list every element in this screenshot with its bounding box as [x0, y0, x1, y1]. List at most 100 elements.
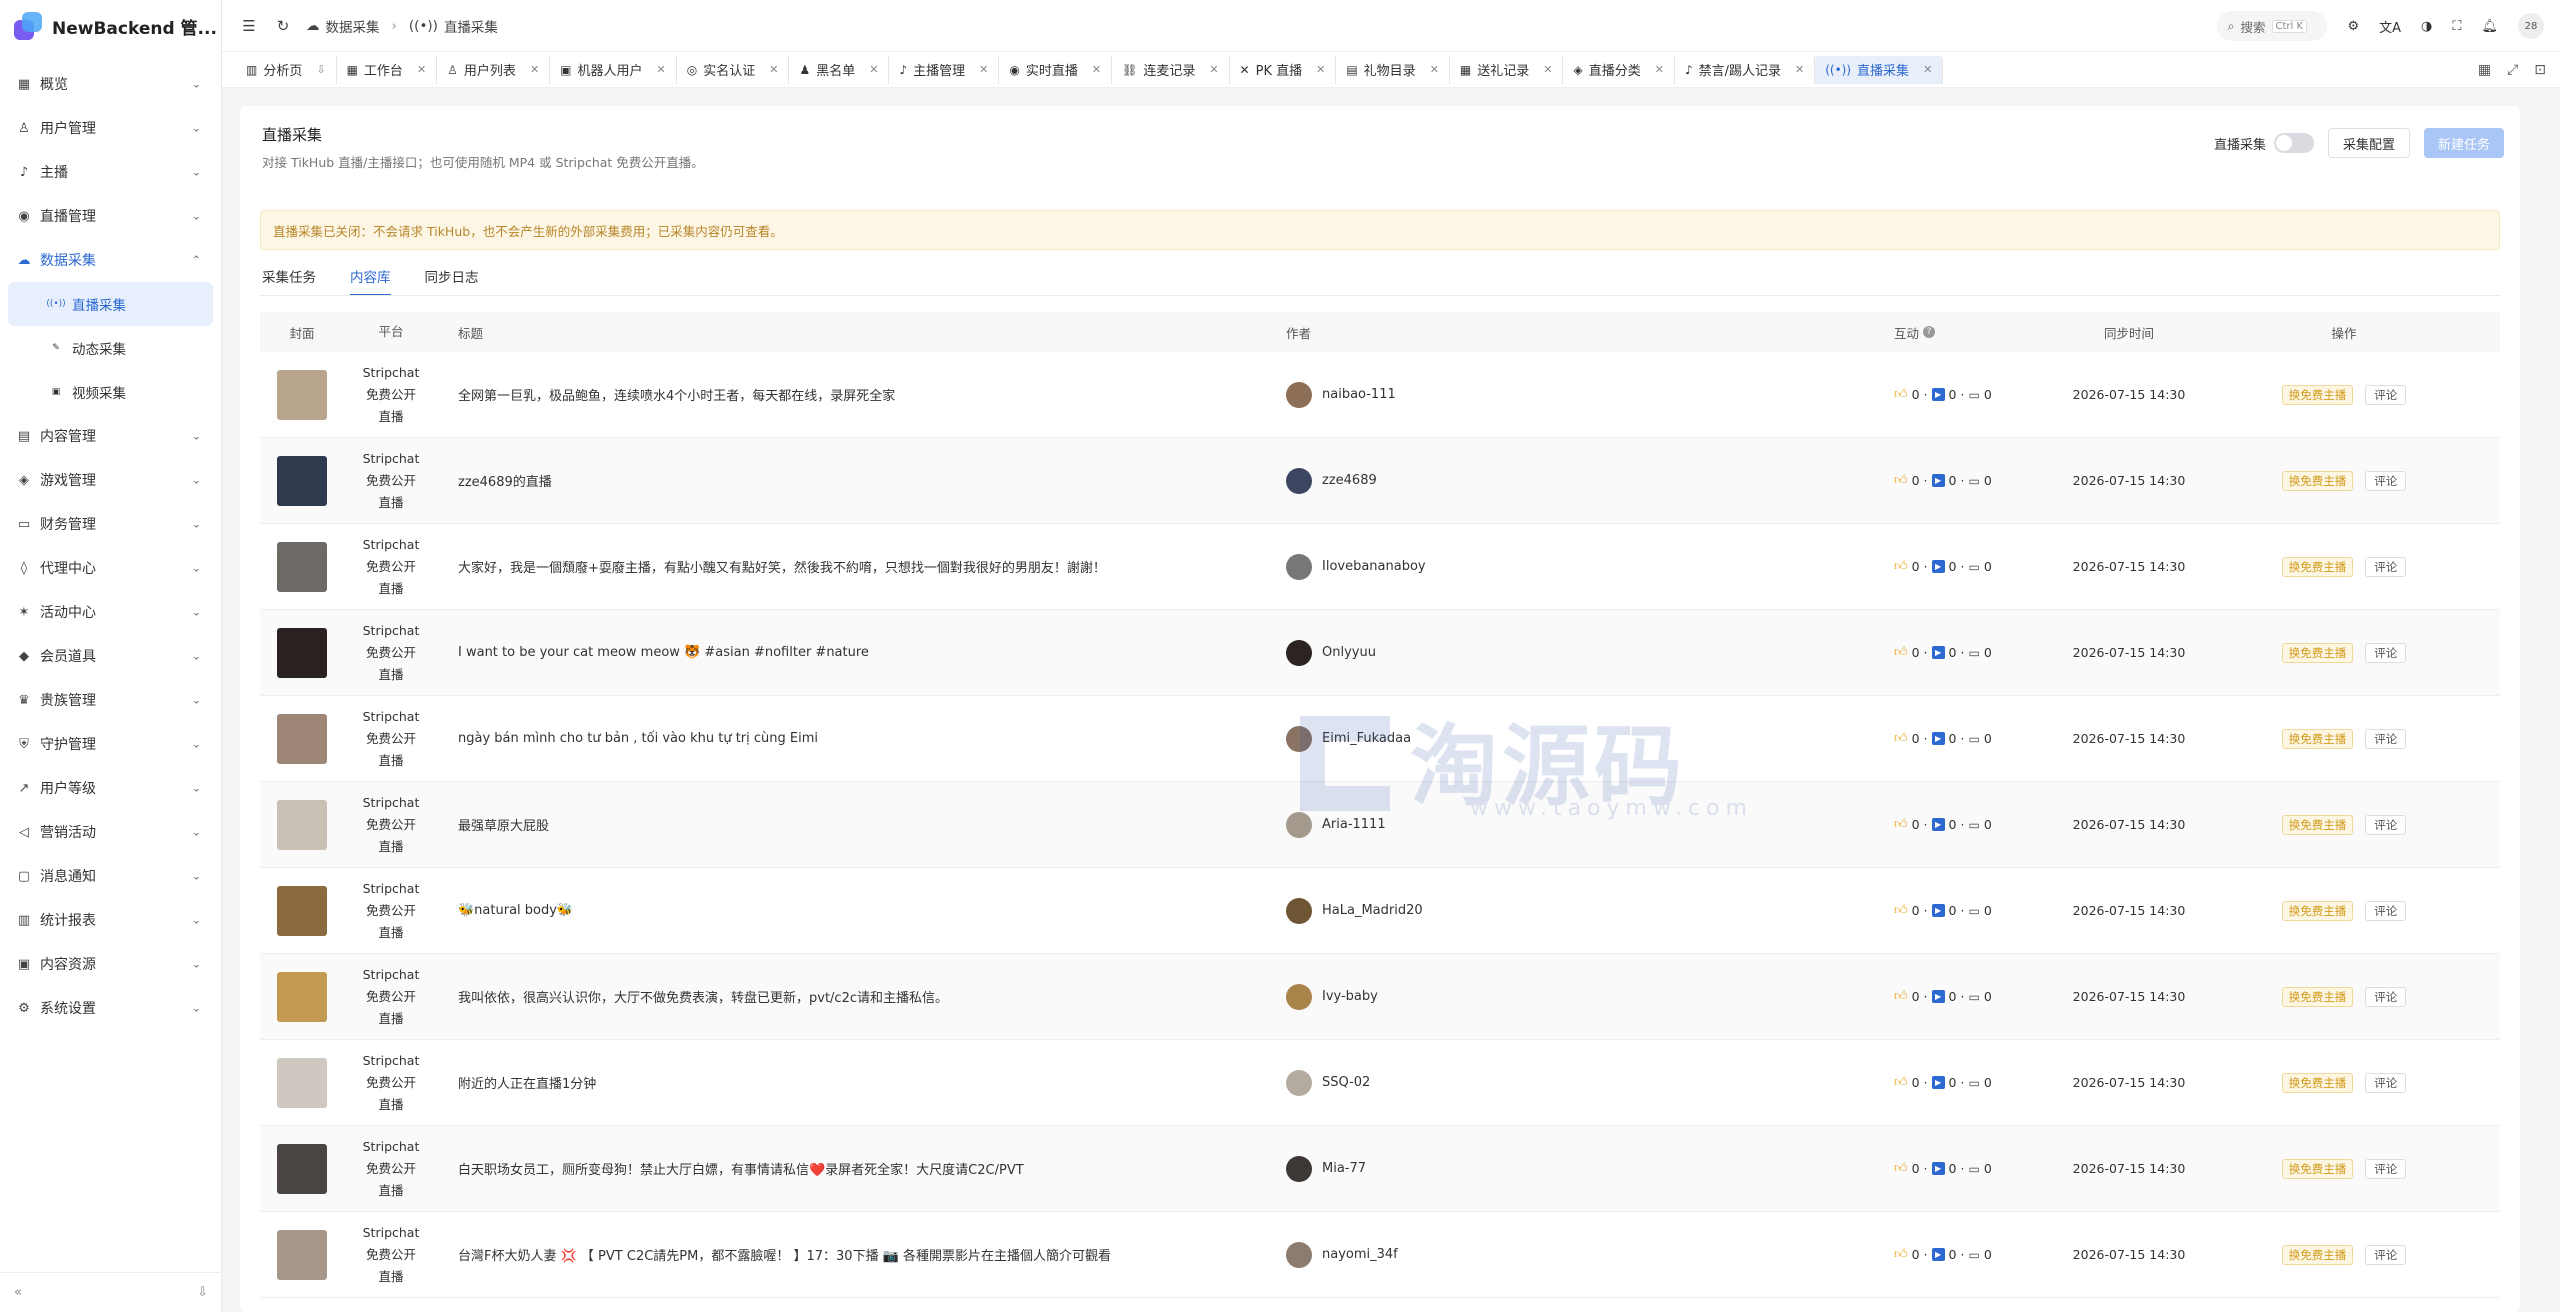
- tab-screen-icon[interactable]: ⊡: [2534, 62, 2546, 78]
- app-logo[interactable]: NewBackend 管...: [0, 0, 221, 52]
- tab-content-library[interactable]: 内容库: [350, 266, 391, 296]
- comment-button[interactable]: 评论: [2365, 814, 2407, 835]
- close-icon[interactable]: ✕: [869, 63, 878, 76]
- sidebar-item-11[interactable]: ♛ 贵族管理 ⌄: [0, 678, 221, 722]
- sidebar-subitem-2[interactable]: ▣ 视频采集: [8, 370, 213, 414]
- sidebar-item-15[interactable]: ▢ 消息通知 ⌄: [0, 854, 221, 898]
- switch-free-host-button[interactable]: 换免费主播: [2281, 814, 2354, 835]
- tab-4[interactable]: ◎ 实名认证 ✕: [677, 55, 790, 84]
- sidebar-item-16[interactable]: ▥ 统计报表 ⌄: [0, 898, 221, 942]
- tab-10[interactable]: ▤ 礼物目录 ✕: [1336, 55, 1450, 84]
- sidebar-item-8[interactable]: ◊ 代理中心 ⌄: [0, 546, 221, 590]
- refresh-icon[interactable]: ↻: [272, 15, 294, 37]
- switch-free-host-button[interactable]: 换免费主播: [2281, 1072, 2354, 1093]
- sidebar-item-2[interactable]: ♪ 主播 ⌄: [0, 150, 221, 194]
- tab-6[interactable]: ♪ 主播管理 ✕: [889, 55, 1000, 84]
- cover-thumbnail[interactable]: [277, 455, 327, 506]
- switch-free-host-button[interactable]: 换免费主播: [2281, 1158, 2354, 1179]
- close-icon[interactable]: ✕: [1092, 63, 1101, 76]
- sidebar-item-5[interactable]: ▤ 内容管理 ⌄: [0, 414, 221, 458]
- switch-free-host-button[interactable]: 换免费主播: [2281, 728, 2354, 749]
- tab-13[interactable]: ♪ 禁言/踢人记录 ✕: [1675, 55, 1816, 84]
- cover-thumbnail[interactable]: [277, 1057, 327, 1108]
- notification-bell-icon[interactable]: 🔔︎: [2481, 19, 2498, 34]
- comment-button[interactable]: 评论: [2365, 1158, 2407, 1179]
- switch-free-host-button[interactable]: 换免费主播: [2281, 1244, 2354, 1265]
- tab-0[interactable]: ▥ 分析页 ⇩: [236, 55, 337, 84]
- comment-button[interactable]: 评论: [2365, 728, 2407, 749]
- comment-button[interactable]: 评论: [2365, 1072, 2407, 1093]
- sidebar-item-10[interactable]: ◆ 会员道具 ⌄: [0, 634, 221, 678]
- sidebar-item-14[interactable]: ◁ 营销活动 ⌄: [0, 810, 221, 854]
- tab-sync-log[interactable]: 同步日志: [425, 266, 479, 296]
- cover-thumbnail[interactable]: [277, 369, 327, 420]
- comment-button[interactable]: 评论: [2365, 900, 2407, 921]
- close-icon[interactable]: ✕: [1543, 63, 1552, 76]
- comment-button[interactable]: 评论: [2365, 470, 2407, 491]
- cover-thumbnail[interactable]: [277, 627, 327, 678]
- new-task-button[interactable]: 新建任务: [2423, 128, 2504, 158]
- theme-icon[interactable]: ◑: [2421, 19, 2432, 34]
- tab-collection-tasks[interactable]: 采集任务: [262, 266, 316, 296]
- close-icon[interactable]: ✕: [769, 63, 778, 76]
- comment-button[interactable]: 评论: [2365, 642, 2407, 663]
- comment-button[interactable]: 评论: [2365, 986, 2407, 1007]
- comment-button[interactable]: 评论: [2365, 384, 2407, 405]
- tab-9[interactable]: ✕ PK 直播 ✕: [1230, 55, 1337, 84]
- pin-icon[interactable]: ⇩: [316, 63, 325, 76]
- sidebar-item-12[interactable]: ⛨ 守护管理 ⌄: [0, 722, 221, 766]
- collection-toggle[interactable]: [2273, 133, 2314, 153]
- sidebar-item-18[interactable]: ⚙ 系统设置 ⌄: [0, 986, 221, 1030]
- cover-thumbnail[interactable]: [277, 1143, 327, 1194]
- switch-free-host-button[interactable]: 换免费主播: [2281, 470, 2354, 491]
- switch-free-host-button[interactable]: 换免费主播: [2281, 986, 2354, 1007]
- close-icon[interactable]: ✕: [417, 63, 426, 76]
- close-icon[interactable]: ✕: [530, 63, 539, 76]
- comment-button[interactable]: 评论: [2365, 1244, 2407, 1265]
- breadcrumb-item-data-collection[interactable]: 数据采集: [326, 16, 380, 36]
- sidebar-subitem-1[interactable]: ✎ 动态采集: [8, 326, 213, 370]
- sidebar-item-0[interactable]: ▦ 概览 ⌄: [0, 62, 221, 106]
- cover-thumbnail[interactable]: [277, 1229, 327, 1280]
- tab-1[interactable]: ▦ 工作台 ✕: [337, 55, 438, 84]
- settings-gear-icon[interactable]: ⚙: [2347, 19, 2359, 34]
- close-icon[interactable]: ✕: [1430, 63, 1439, 76]
- switch-free-host-button[interactable]: 换免费主播: [2281, 900, 2354, 921]
- close-icon[interactable]: ✕: [979, 63, 988, 76]
- cover-thumbnail[interactable]: [277, 885, 327, 936]
- user-avatar[interactable]: 28: [2518, 13, 2544, 39]
- tab-maximize-icon[interactable]: ⤢: [2507, 62, 2518, 78]
- sidebar-item-13[interactable]: ↗ 用户等级 ⌄: [0, 766, 221, 810]
- close-icon[interactable]: ✕: [657, 63, 666, 76]
- tab-8[interactable]: ⛓ 连麦记录 ✕: [1112, 55, 1230, 84]
- tab-3[interactable]: ▣ 机器人用户 ✕: [550, 55, 677, 84]
- sidebar-item-17[interactable]: ▣ 内容资源 ⌄: [0, 942, 221, 986]
- comment-button[interactable]: 评论: [2365, 556, 2407, 577]
- switch-free-host-button[interactable]: 换免费主播: [2281, 642, 2354, 663]
- tab-grid-icon[interactable]: ▦: [2478, 62, 2491, 78]
- sidebar-item-1[interactable]: ♙ 用户管理 ⌄: [0, 106, 221, 150]
- sidebar-item-7[interactable]: ▭ 财务管理 ⌄: [0, 502, 221, 546]
- cover-thumbnail[interactable]: [277, 971, 327, 1022]
- help-icon[interactable]: ?: [1923, 326, 1936, 338]
- close-icon[interactable]: ✕: [1655, 63, 1664, 76]
- pin-icon[interactable]: ⇩: [197, 1285, 208, 1300]
- tab-12[interactable]: ◈ 直播分类 ✕: [1563, 55, 1675, 84]
- tab-11[interactable]: ▦ 送礼记录 ✕: [1450, 55, 1564, 84]
- close-icon[interactable]: ✕: [1923, 63, 1932, 76]
- global-search[interactable]: ⌕ 搜索 Ctrl K: [2217, 11, 2328, 41]
- tab-14[interactable]: ((•)) 直播采集 ✕: [1815, 55, 1944, 84]
- sidebar-subitem-0[interactable]: ((•)) 直播采集: [8, 282, 213, 326]
- tab-2[interactable]: ♙ 用户列表 ✕: [437, 55, 551, 84]
- sidebar-item-6[interactable]: ◈ 游戏管理 ⌄: [0, 458, 221, 502]
- cover-thumbnail[interactable]: [277, 799, 327, 850]
- close-icon[interactable]: ✕: [1316, 63, 1325, 76]
- cover-thumbnail[interactable]: [277, 541, 327, 592]
- sidebar-item-9[interactable]: ✶ 活动中心 ⌄: [0, 590, 221, 634]
- collection-config-button[interactable]: 采集配置: [2327, 128, 2410, 158]
- sidebar-item-4[interactable]: ☁ 数据采集 ⌃: [0, 238, 221, 282]
- switch-free-host-button[interactable]: 换免费主播: [2281, 556, 2354, 577]
- language-icon[interactable]: 文A: [2379, 17, 2401, 36]
- menu-toggle-icon[interactable]: ☰: [238, 15, 260, 37]
- sidebar-item-3[interactable]: ◉ 直播管理 ⌄: [0, 194, 221, 238]
